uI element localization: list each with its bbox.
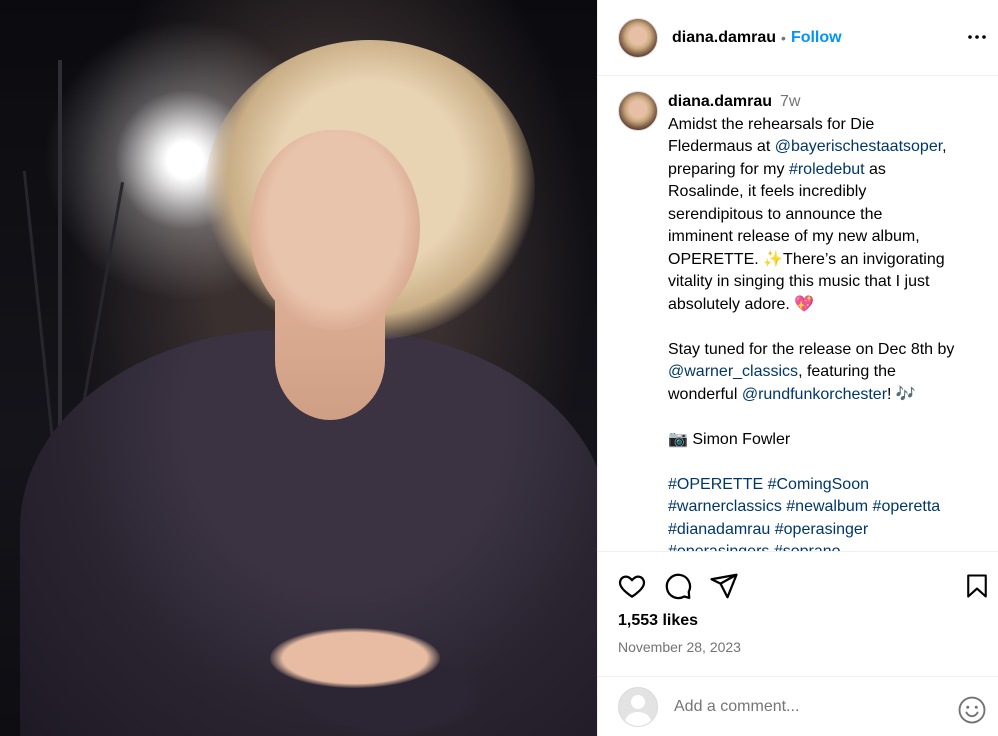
hashtag-link[interactable]: #dianadamrau [668, 521, 770, 538]
share-button[interactable] [708, 570, 740, 602]
hashtag-link[interactable]: #ComingSoon [768, 476, 869, 493]
emoji-button[interactable] [957, 695, 987, 725]
share-icon [710, 573, 738, 599]
caption-text: Fledermaus at [668, 138, 775, 155]
separator-dot: • [781, 29, 786, 46]
current-user-avatar [618, 686, 658, 727]
caption-line: Rosalinde, it feels incredibly [668, 183, 867, 200]
caption-username[interactable]: diana.damrau [668, 93, 772, 110]
like-button[interactable] [616, 570, 648, 602]
add-comment-bar [598, 676, 998, 736]
post-date[interactable]: November 28, 2023 [618, 639, 741, 655]
more-horizontal-icon [968, 35, 986, 39]
photo-hand [270, 628, 440, 688]
hashtag-link[interactable]: #roledebut [789, 161, 865, 178]
caption-line: vitality in singing this music that I ju… [668, 273, 930, 290]
follow-button[interactable]: Follow [791, 29, 842, 47]
mention-link[interactable]: @warner_classics [668, 363, 798, 380]
hashtag-link[interactable]: #OPERETTE [668, 476, 763, 493]
caption-time[interactable]: 7w [780, 93, 800, 110]
post-side-panel: diana.damrau • Follow diana.damrau 7w Ami… [597, 0, 998, 736]
hashtag-link[interactable]: #operasinger [775, 521, 868, 538]
caption-line: Amidst the rehearsals for Die [668, 115, 875, 133]
caption-text: , [942, 138, 947, 155]
post-actions-section: 1,553 likes November 28, 2023 [598, 551, 998, 667]
post-header: diana.damrau • Follow [598, 0, 998, 76]
author-username[interactable]: diana.damrau [672, 29, 776, 47]
caption-author-avatar[interactable] [618, 91, 658, 131]
hashtag-link[interactable]: #soprano [774, 543, 841, 551]
caption-line: 📷 Simon Fowler [668, 430, 791, 448]
caption-line: OPERETTE. ✨There’s an invigorating [668, 250, 945, 268]
caption-line: absolutely adore. 💖 [668, 295, 815, 313]
action-bar [616, 570, 740, 602]
smiley-icon [958, 696, 986, 724]
save-button[interactable] [961, 570, 993, 602]
post-caption: diana.damrau 7w Amidst the rehearsals for… [618, 91, 988, 551]
caption-line: @warner_classics, featuring the [668, 361, 988, 384]
mention-link[interactable]: @rundfunkorchester [742, 386, 887, 403]
photo-face [250, 130, 420, 330]
caption-line: #operasingers #soprano [668, 541, 988, 551]
comment-icon [665, 573, 692, 600]
heart-icon [618, 575, 646, 598]
caption-body: diana.damrau 7w Amidst the rehearsals for… [668, 91, 988, 551]
caption-text: as [864, 160, 886, 178]
caption-text: preparing for my [668, 160, 789, 178]
mention-link[interactable]: @bayerischestaatsoper [775, 138, 942, 155]
light-stand [58, 60, 62, 480]
author-avatar[interactable] [618, 17, 658, 58]
caption-line: wonderful @rundfunkorchester! 🎶 [668, 384, 988, 407]
caption-line: #warnerclassics #newalbum #operetta [668, 496, 988, 519]
caption-line: serendipitous to announce the [668, 205, 883, 223]
hashtag-link[interactable]: #warnerclassics [668, 498, 782, 515]
more-options-button[interactable] [965, 25, 989, 49]
comment-button[interactable] [662, 570, 694, 602]
caption-line: #OPERETTE #ComingSoon [668, 474, 988, 497]
caption-line: Fledermaus at @bayerischestaatsoper, [668, 136, 988, 159]
caption-line: #dianadamrau #operasinger [668, 519, 988, 542]
comments-area[interactable]: diana.damrau 7w Amidst the rehearsals for… [598, 77, 998, 551]
caption-line: Stay tuned for the release on Dec 8th by [668, 340, 955, 358]
caption-text: ! 🎶 [887, 385, 916, 403]
hashtag-link[interactable]: #newalbum [786, 498, 868, 515]
caption-text: , featuring the [798, 363, 896, 380]
post-photo[interactable] [0, 0, 597, 736]
caption-line: imminent release of my new album, [668, 228, 920, 245]
like-count[interactable]: 1,553 likes [618, 612, 698, 630]
caption-line: preparing for my #roledebut as [668, 159, 988, 182]
hashtag-link[interactable]: #operasingers [668, 543, 769, 551]
caption-text: wonderful [668, 385, 742, 403]
comment-input[interactable] [674, 697, 944, 716]
hashtag-link[interactable]: #operetta [873, 498, 941, 515]
bookmark-icon [967, 574, 987, 598]
